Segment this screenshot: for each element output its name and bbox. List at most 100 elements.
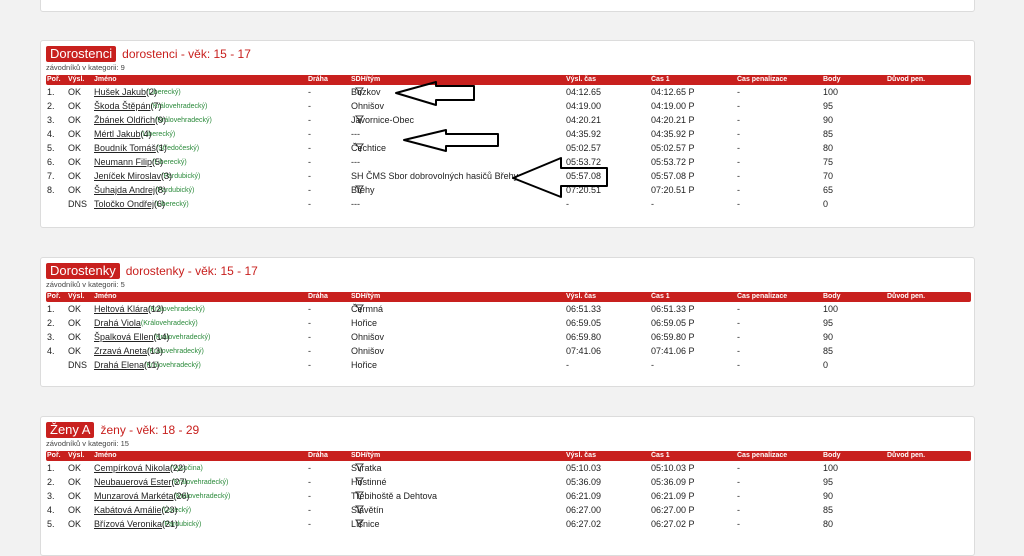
column-header-draha[interactable]: Dráha: [308, 75, 328, 85]
column-header-vysl[interactable]: Výsl.: [68, 75, 84, 85]
cell-cas: 07:20.51: [566, 185, 602, 195]
cell-body: 65: [823, 185, 834, 195]
cell-cas: 06:59.05: [566, 318, 602, 328]
results-table-header: Poř. Výsl. Jméno Dráha SDH/tým Výsl. čas Čas 1…: [46, 292, 971, 302]
cell-vysl: OK: [68, 171, 82, 181]
team-name: Svratka: [351, 463, 382, 473]
cell-cas: 05:02.57: [566, 143, 602, 153]
column-header-pen[interactable]: Čas penalizace: [737, 292, 787, 302]
category-header: Dorostenci dorostenci - věk: 15 - 17: [46, 46, 251, 62]
competitor-link[interactable]: Neumann Filip: [94, 157, 152, 167]
competitor-link[interactable]: Drahá Viola: [94, 318, 141, 328]
cell-sdh: Čermná: [351, 303, 383, 316]
column-header-name[interactable]: Jméno: [94, 292, 117, 302]
column-header-body[interactable]: Body: [823, 451, 841, 461]
cell-pen: -: [737, 318, 740, 328]
column-header-sdh[interactable]: SDH/tým: [351, 292, 380, 302]
team-name: SH ČMS Sbor dobrovolných hasičů Břehy: [351, 171, 519, 181]
team-name: Bozkov: [351, 87, 381, 97]
cell-name: Toločko Ondřej (Liberecký) (6): [94, 198, 189, 211]
competitor-link[interactable]: Špalková Ellen: [94, 332, 154, 342]
cell-name: Heltová Klára (Královehradecký) (12): [94, 303, 205, 316]
column-header-cas[interactable]: Výsl. čas: [566, 451, 596, 461]
competitor-link[interactable]: Jeníček Miroslav: [94, 171, 161, 181]
column-header-por[interactable]: Poř.: [47, 292, 61, 302]
column-header-cas[interactable]: Výsl. čas: [566, 75, 596, 85]
team-name: Ohnišov: [351, 101, 385, 111]
column-header-duvod[interactable]: Důvod pen.: [887, 292, 925, 302]
column-header-draha[interactable]: Dráha: [308, 292, 328, 302]
competitor-link[interactable]: Drahá Elena: [94, 360, 144, 370]
cell-sdh: Třebihoště a Dehtova: [351, 490, 437, 503]
cell-sdh: Líšnice: [351, 518, 380, 531]
competitor-number: (7): [150, 101, 162, 111]
cell-draha: -: [308, 332, 311, 342]
cell-pen: -: [737, 143, 740, 153]
cell-pen: -: [737, 171, 740, 181]
competitor-link[interactable]: Šuhajda Andrej: [94, 185, 155, 195]
column-header-sdh[interactable]: SDH/tým: [351, 75, 380, 85]
category-panel-dorostenci: Dorostenci dorostenci - věk: 15 - 17 závod…: [40, 40, 975, 228]
competitor-link[interactable]: Zrzavá Aneta: [94, 346, 147, 356]
cell-draha: -: [308, 519, 311, 529]
column-header-body[interactable]: Body: [823, 292, 841, 302]
competitor-link[interactable]: Boudník Tomáš: [94, 143, 156, 153]
cell-cas1: 05:36.09 P: [651, 477, 695, 487]
cell-name: Cempírková Nikola (Vysočina) (22): [94, 462, 203, 475]
cell-draha: -: [308, 346, 311, 356]
cell-vysl: OK: [68, 304, 82, 314]
competitor-link[interactable]: Munzarová Markéta: [94, 491, 174, 501]
competitor-link[interactable]: Kabátová Amálie: [94, 505, 162, 515]
competitor-link[interactable]: Škoda Štěpán: [94, 101, 151, 111]
category-panel-dorostenky: Dorostenky dorostenky - věk: 15 - 17 závod…: [40, 257, 975, 387]
cell-cas1: 07:20.51 P: [651, 185, 695, 195]
competitor-link[interactable]: Hušek Jakub: [94, 87, 146, 97]
column-header-duvod[interactable]: Důvod pen.: [887, 75, 925, 85]
column-header-duvod[interactable]: Důvod pen.: [887, 451, 925, 461]
table-row: 2. OK Neubauerová Ester (Královehradecký) …: [46, 476, 971, 489]
competitor-link[interactable]: Mértl Jakub: [94, 129, 141, 139]
column-header-por[interactable]: Poř.: [47, 75, 61, 85]
cell-cas1: 07:41.06 P: [651, 346, 695, 356]
cell-draha: -: [308, 129, 311, 139]
cell-por: 8.: [47, 185, 55, 195]
competitor-link[interactable]: Heltová Klára: [94, 304, 148, 314]
competitor-link[interactable]: Neubauerová Ester: [94, 477, 172, 487]
column-header-cas[interactable]: Výsl. čas: [566, 292, 596, 302]
cell-cas: -: [566, 199, 569, 209]
column-header-por[interactable]: Poř.: [47, 451, 61, 461]
column-header-draha[interactable]: Dráha: [308, 451, 328, 461]
category-title: dorostenky - věk: 15 - 17: [125, 264, 258, 278]
competitor-link[interactable]: Cempírková Nikola: [94, 463, 170, 473]
cell-name: Neumann Filip (Liberecký) (5): [94, 156, 187, 169]
competitor-number: (6): [154, 199, 166, 209]
cell-por: 2.: [47, 101, 55, 111]
column-header-pen[interactable]: Čas penalizace: [737, 451, 787, 461]
competitor-link[interactable]: Žbánek Oldřich: [94, 115, 155, 125]
cell-cas1: 06:27.00 P: [651, 505, 695, 515]
results-table-header: Poř. Výsl. Jméno Dráha SDH/tým Výsl. čas Čas 1…: [46, 451, 971, 461]
column-header-vysl[interactable]: Výsl.: [68, 292, 84, 302]
column-header-name[interactable]: Jméno: [94, 75, 117, 85]
competitor-link[interactable]: Břízová Veronika: [94, 519, 162, 529]
competitor-link[interactable]: Toločko Ondřej: [94, 199, 154, 209]
column-header-pen[interactable]: Čas penalizace: [737, 75, 787, 85]
column-header-cas1[interactable]: Čas 1: [651, 451, 670, 461]
column-header-name[interactable]: Jméno: [94, 451, 117, 461]
table-row: DNS Drahá Elena (Královehradecký) (11) - Ho…: [46, 359, 971, 372]
column-header-sdh[interactable]: SDH/tým: [351, 451, 380, 461]
cell-pen: -: [737, 129, 740, 139]
cell-por: 6.: [47, 157, 55, 167]
cell-name: Hušek Jakub (Liberecký) (2): [94, 86, 181, 99]
column-header-cas1[interactable]: Čas 1: [651, 75, 670, 85]
column-header-vysl[interactable]: Výsl.: [68, 451, 84, 461]
column-header-cas1[interactable]: Čas 1: [651, 292, 670, 302]
column-header-body[interactable]: Body: [823, 75, 841, 85]
results-table-header: Poř. Výsl. Jméno Dráha SDH/tým Výsl. čas Čas 1…: [46, 75, 971, 85]
cell-por: 3.: [47, 491, 55, 501]
cell-cas: 06:21.09: [566, 491, 602, 501]
table-row: DNS Toločko Ondřej (Liberecký) (6) - --- - - -…: [46, 198, 971, 211]
cell-cas1: -: [651, 360, 654, 370]
team-name: ---: [351, 157, 360, 167]
cell-por: 1.: [47, 304, 55, 314]
